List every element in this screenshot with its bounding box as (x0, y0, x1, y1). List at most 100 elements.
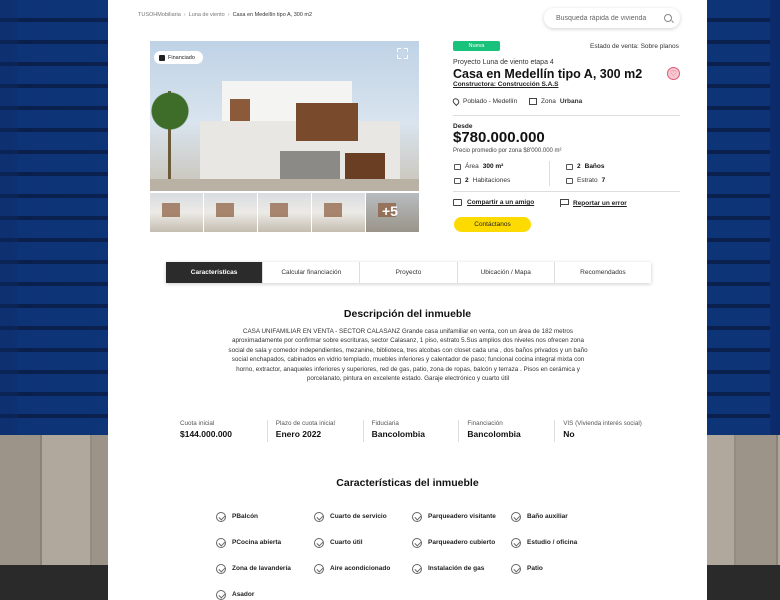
tab-caracteristicas[interactable]: Características (166, 262, 264, 283)
check-icon (216, 589, 226, 600)
share-icon (453, 199, 462, 206)
feature-label: Baño auxiliar (527, 513, 568, 520)
check-icon (412, 537, 422, 548)
feature-label: PCocina abierta (232, 539, 282, 546)
thumbnail[interactable] (150, 193, 203, 232)
finance-value: $144.000.000 (180, 429, 232, 439)
share-link[interactable]: Compartir a un amigo (453, 199, 534, 206)
check-icon (511, 511, 521, 522)
report-error-link[interactable]: Reportar un error (560, 199, 627, 207)
quick-search (544, 8, 680, 28)
pin-icon (451, 96, 461, 107)
check-icon (511, 537, 521, 548)
area-label: Área (465, 163, 479, 170)
background-building (18, 0, 108, 435)
finance-summary: Cuota inicial $144.000.000 Plazo de cuot… (180, 420, 650, 442)
finance-item: Cuota inicial $144.000.000 (180, 420, 267, 442)
feature-label: Asador (232, 591, 255, 598)
finance-label: VIS (Vivienda interés social) (563, 420, 642, 427)
feature-label: Cuarto útil (330, 539, 363, 546)
bathrooms-value: 2 (577, 163, 581, 170)
check-icon (314, 511, 324, 522)
tab-ubicacion[interactable]: Ubicación / Mapa (458, 262, 555, 283)
estrato-value: 7 (601, 177, 606, 184)
bathrooms-label: Baños (584, 163, 605, 170)
check-icon (216, 511, 226, 522)
breadcrumb-separator-icon: › (183, 12, 186, 18)
breadcrumb-separator-icon: › (227, 12, 230, 18)
tab-bar: Características Calcular financiación Pr… (166, 262, 651, 283)
thumbnail[interactable] (312, 193, 365, 232)
features-title: Características del inmueble (336, 477, 479, 489)
feature-label: PBalcón (232, 513, 259, 520)
feature-label: Parqueadero visitante (428, 513, 496, 520)
feature-item: Estudio / oficina (511, 537, 616, 548)
financiado-badge: Financiado (154, 51, 203, 64)
finance-value: Enero 2022 (275, 429, 322, 439)
average-price: Precio promedio por zona $8'000.000 m² (453, 148, 562, 154)
house-window (230, 99, 250, 121)
feature-label: Instalación de gas (428, 565, 485, 572)
thumbnail[interactable] (204, 193, 257, 232)
bedrooms-label: Habitaciones (472, 177, 511, 184)
location-text: Poblado - Medellín (463, 98, 518, 105)
constructora-link[interactable]: Constructora: Construcción S.A.S (453, 81, 558, 88)
map-icon (529, 98, 537, 105)
estrato-label: Estrato (577, 177, 598, 184)
finance-value: No (563, 429, 575, 439)
area-icon (454, 163, 461, 170)
finance-item: Fiduciaria Bancolombia (362, 420, 459, 442)
finance-value: Bancolombia (371, 429, 425, 439)
estrato-icon (566, 177, 573, 184)
zone-value: Urbana (559, 98, 583, 105)
zone-label: Zona (541, 98, 556, 105)
area-value: 300 m² (482, 163, 504, 170)
thumbnail[interactable] (258, 193, 311, 232)
feature-item: Parqueadero cubierto (412, 537, 511, 548)
breadcrumb-home[interactable]: TUSOHMobiliaria (138, 12, 181, 18)
feature-area: Área 300 m² (454, 163, 503, 170)
contact-button[interactable]: Contáctanos (454, 217, 531, 232)
feature-item: PCocina abierta (216, 537, 314, 548)
feature-item: Aire acondicionado (314, 563, 412, 574)
feature-item: Cuarto de servicio (314, 511, 412, 522)
bathroom-icon (566, 163, 573, 170)
finance-item: Financiación Bancolombia (458, 420, 554, 442)
check-icon (412, 511, 422, 522)
breadcrumb-current: Casa en Medellín tipo A, 300 m2 (232, 12, 313, 18)
feature-item: Patio (511, 563, 616, 574)
divider (453, 115, 680, 116)
bed-icon (454, 177, 461, 184)
tab-proyecto[interactable]: Proyecto (360, 262, 458, 283)
divider (453, 191, 680, 192)
breadcrumb-project[interactable]: Luna de viento (189, 12, 225, 18)
feature-label: Zona de lavandería (232, 565, 291, 572)
expand-icon[interactable] (396, 47, 409, 60)
tab-recomendados[interactable]: Recomendados (555, 262, 651, 283)
feature-estrato: Estrato 7 (566, 177, 605, 184)
finance-item: Plazo de cuota inicial Enero 2022 (266, 420, 363, 442)
finance-label: Cuota inicial (180, 420, 215, 427)
tab-financiacion[interactable]: Calcular financiación (263, 262, 361, 283)
breadcrumb: TUSOHMobiliaria › Luna de viento › Casa en M… (138, 12, 312, 18)
palm-tree (150, 91, 190, 191)
feature-label: Estudio / oficina (527, 539, 578, 546)
favorite-heart-icon[interactable]: ♡ (667, 67, 680, 80)
feature-label: Aire acondicionado (330, 565, 391, 572)
finance-label: Plazo de cuota inicial (275, 420, 335, 427)
photo-thumbnails (150, 193, 419, 232)
location: Poblado - Medellín (451, 96, 518, 107)
feature-item: Instalación de gas (412, 563, 511, 574)
check-icon (511, 563, 521, 574)
financiado-label: Financiado (168, 54, 195, 61)
feature-item: Zona de lavandería (216, 563, 314, 574)
finance-value: Bancolombia (467, 429, 521, 439)
search-input[interactable] (556, 14, 664, 22)
finance-item: VIS (Vivienda interés social) No (554, 420, 650, 442)
feature-bathrooms: 2 Baños (566, 163, 605, 170)
more-photos-count[interactable]: +5 (382, 203, 398, 219)
feature-item: PBalcón (216, 511, 314, 522)
feature-item: Parqueadero visitante (412, 511, 511, 522)
finance-label: Fiduciaria (371, 420, 399, 427)
search-icon[interactable] (664, 14, 672, 22)
